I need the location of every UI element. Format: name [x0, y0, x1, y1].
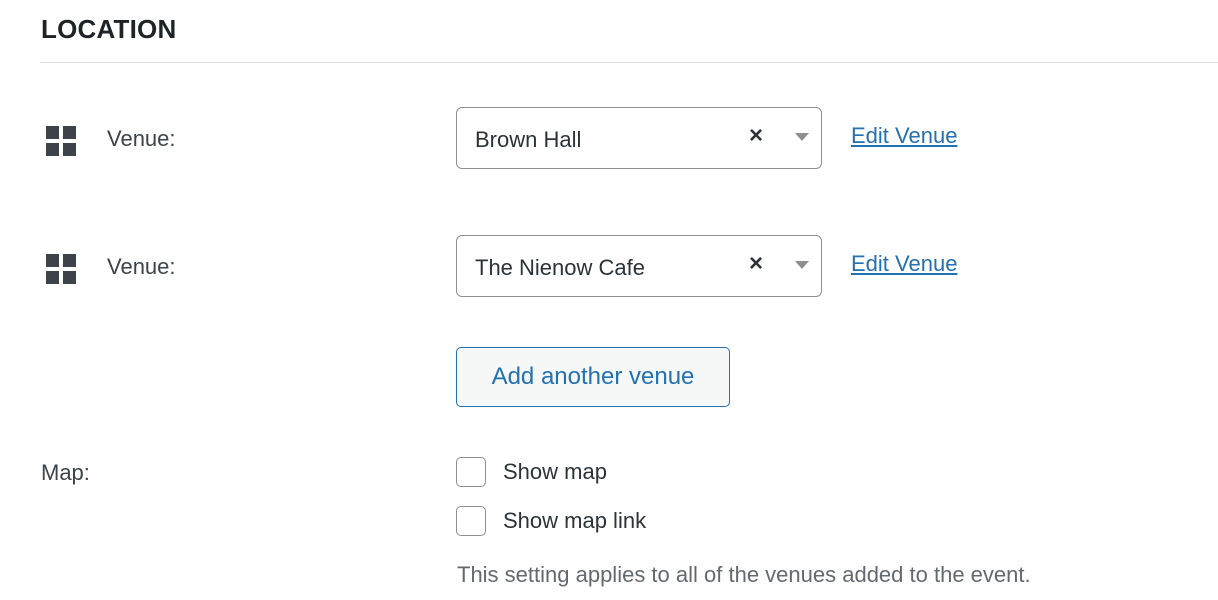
section-divider: [40, 62, 1218, 63]
show-map-checkbox[interactable]: [456, 457, 486, 487]
venue-select[interactable]: Brown Hall ×: [456, 107, 822, 169]
add-another-venue-button[interactable]: Add another venue: [456, 347, 730, 407]
clear-x-icon[interactable]: ×: [749, 124, 763, 148]
venue-select-value: The Nienow Cafe: [475, 255, 645, 280]
show-map-link-label[interactable]: Show map link: [503, 508, 646, 534]
venue-select[interactable]: The Nienow Cafe ×: [456, 235, 822, 297]
show-map-option[interactable]: Show map: [456, 456, 607, 488]
clear-x-icon[interactable]: ×: [749, 252, 763, 276]
chevron-down-icon[interactable]: [795, 261, 809, 269]
chevron-down-icon[interactable]: [795, 133, 809, 141]
show-map-link-checkbox[interactable]: [456, 506, 486, 536]
map-help-text: This setting applies to all of the venue…: [457, 562, 1031, 587]
show-map-label[interactable]: Show map: [503, 459, 607, 485]
section-title: LOCATION: [41, 14, 177, 44]
venue-row-1: Venue: Brown Hall × Edit Venue: [0, 107, 1218, 171]
venue-row-2: Venue: The Nienow Cafe × Edit Venue: [0, 235, 1218, 299]
venue-label: Venue:: [107, 254, 176, 279]
edit-venue-link[interactable]: Edit Venue: [851, 251, 957, 277]
map-label: Map:: [41, 460, 90, 485]
drag-handle-icon[interactable]: [46, 254, 76, 284]
show-map-link-option[interactable]: Show map link: [456, 505, 646, 537]
edit-venue-link[interactable]: Edit Venue: [851, 123, 957, 149]
location-settings-panel: LOCATION Venue: Brown Hall × Edit Venue …: [0, 0, 1218, 600]
venue-select-value: Brown Hall: [475, 127, 582, 152]
venue-label: Venue:: [107, 126, 176, 151]
drag-handle-icon[interactable]: [46, 126, 76, 156]
